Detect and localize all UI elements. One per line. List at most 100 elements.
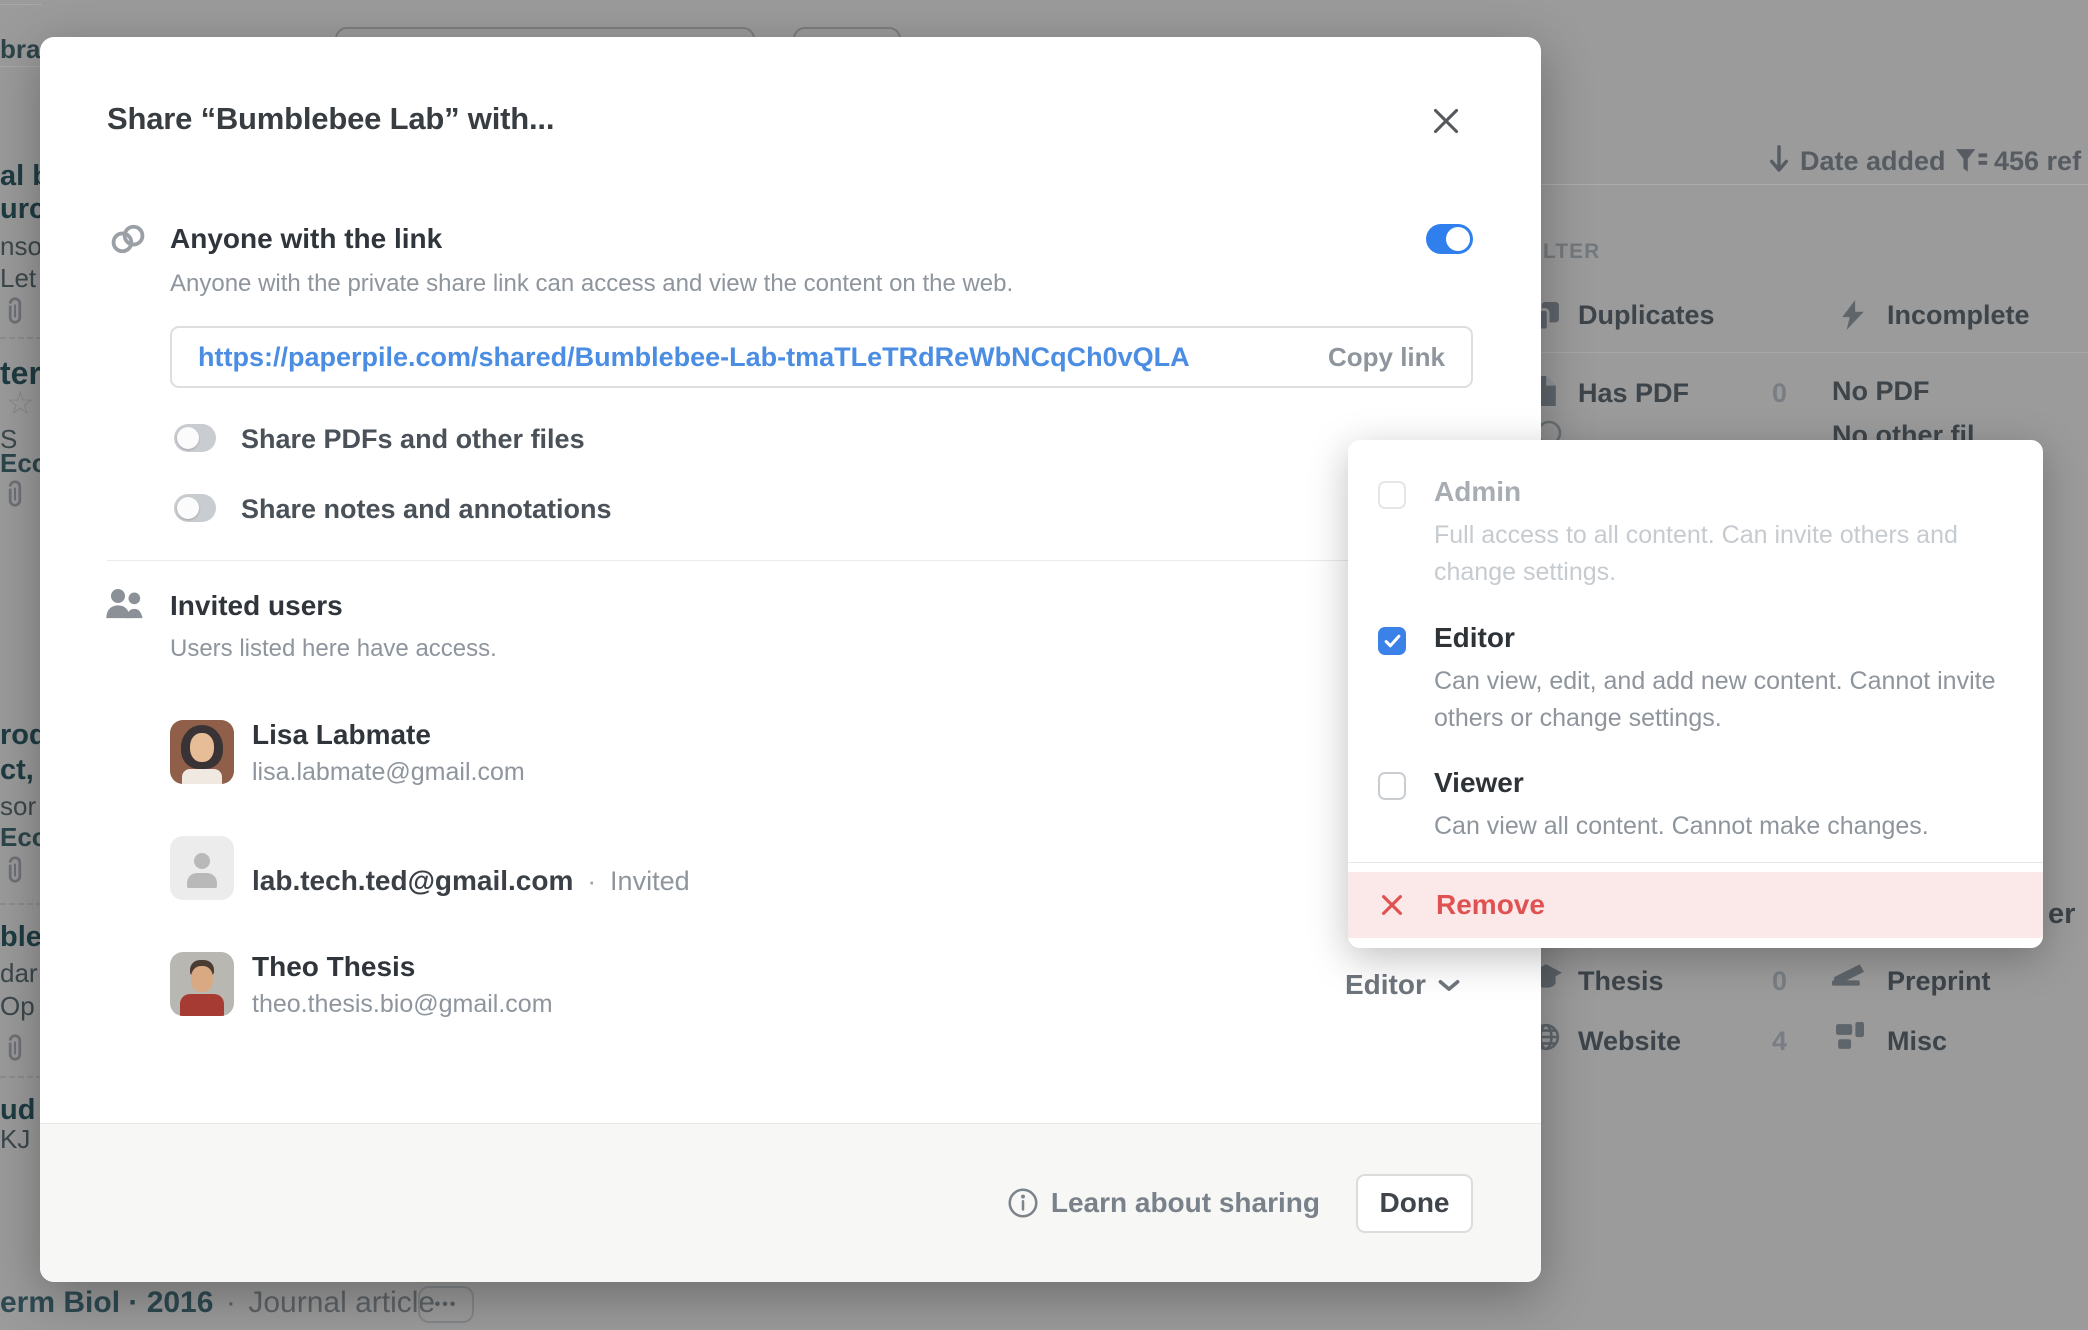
divider <box>107 560 1474 561</box>
incomplete-icon <box>1842 300 1864 335</box>
chevron-down-icon <box>1438 979 1460 992</box>
remove-user-button[interactable]: Remove <box>1348 872 2043 938</box>
background-text-fragment: bra <box>0 34 40 65</box>
filter-thesis-count: 0 <box>1772 966 1787 997</box>
role-editor-label[interactable]: Editor <box>1434 622 1515 654</box>
role-viewer-description: Can view all content. Cannot make change… <box>1434 808 2044 845</box>
invited-status-badge: Invited <box>610 866 690 897</box>
editor-checkbox[interactable] <box>1378 627 1406 655</box>
background-text-fragment: er <box>2048 898 2075 931</box>
role-select-value: Editor <box>1345 969 1426 1001</box>
reference-count: 456 ref <box>1994 146 2081 177</box>
role-admin-description: Full access to all content. Can invite o… <box>1434 517 2044 591</box>
share-url[interactable]: https://paperpile.com/shared/Bumblebee-L… <box>198 342 1328 373</box>
filter-has-pdf-count: 0 <box>1772 378 1787 409</box>
filter-website-count: 4 <box>1772 1026 1787 1057</box>
avatar <box>170 720 234 784</box>
filter-thesis[interactable]: Thesis <box>1578 966 1664 997</box>
divider <box>0 1076 42 1078</box>
filter-heading: LTER <box>1543 240 1600 264</box>
share-url-box: https://paperpile.com/shared/Bumblebee-L… <box>170 326 1473 388</box>
link-section-title: Anyone with the link <box>170 223 442 255</box>
learn-about-sharing-link[interactable]: Learn about sharing <box>1008 1187 1320 1219</box>
user-email: theo.thesis.bio@gmail.com <box>252 990 553 1019</box>
done-button[interactable]: Done <box>1356 1174 1473 1233</box>
divider <box>0 4 42 5</box>
background-text-fragment: ud <box>0 1094 35 1127</box>
info-icon <box>1008 1188 1038 1218</box>
link-icon <box>108 219 148 264</box>
filter-funnel-icon[interactable] <box>1954 148 1988 181</box>
link-section-description: Anyone with the private share link can a… <box>170 270 1013 298</box>
users-icon <box>104 587 146 624</box>
share-dialog: Share “Bumblebee Lab” with... Anyone wit… <box>40 37 1541 1282</box>
background-text-fragment: Let <box>0 263 36 294</box>
separator-dot: · <box>587 866 596 897</box>
background-text-fragment: Op <box>0 991 35 1022</box>
filter-misc[interactable]: Misc <box>1887 1026 1947 1057</box>
dialog-title: Share “Bumblebee Lab” with... <box>107 101 554 137</box>
role-editor-description: Can view, edit, and add new content. Can… <box>1434 663 2044 737</box>
share-pdfs-toggle[interactable] <box>174 424 216 452</box>
close-icon[interactable] <box>1432 107 1460 140</box>
star-icon[interactable]: ☆ <box>6 384 35 422</box>
background-text-fragment: urc <box>0 193 45 226</box>
reference-meta-line: erm Biol · 2016 · Journal article <box>0 1286 435 1320</box>
role-admin-label[interactable]: Admin <box>1434 476 1521 508</box>
preprint-icon <box>1832 962 1864 993</box>
toggle-knob <box>1446 227 1470 251</box>
avatar-placeholder <box>170 836 234 900</box>
sort-by-date-added[interactable]: Date added <box>1800 146 1946 177</box>
check-icon <box>1384 634 1401 648</box>
role-viewer-label[interactable]: Viewer <box>1434 767 1524 799</box>
filter-incomplete[interactable]: Incomplete <box>1887 300 2030 331</box>
background-text-fragment: dar <box>0 958 38 989</box>
background-text-fragment: ble <box>0 921 42 954</box>
divider <box>1348 862 2043 863</box>
user-name: Lisa Labmate <box>252 719 431 751</box>
background-text-fragment: sor <box>0 791 36 822</box>
filter-no-pdf[interactable]: No PDF <box>1832 376 1930 407</box>
divider <box>0 66 42 67</box>
dialog-footer: Learn about sharing Done <box>40 1123 1541 1282</box>
share-pdfs-label: Share PDFs and other files <box>241 424 585 455</box>
share-notes-label: Share notes and annotations <box>241 494 612 525</box>
role-menu: Admin Full access to all content. Can in… <box>1348 440 2043 948</box>
role-select-button[interactable]: Editor <box>1345 969 1460 1001</box>
anyone-with-link-toggle[interactable] <box>1426 224 1473 254</box>
share-notes-toggle[interactable] <box>174 494 216 522</box>
reference-journal-year: erm Biol · 2016 <box>0 1286 213 1319</box>
paperclip-icon <box>4 478 26 515</box>
divider <box>0 903 42 905</box>
remove-x-icon <box>1380 893 1404 917</box>
paperclip-icon <box>4 295 26 332</box>
filter-has-pdf[interactable]: Has PDF <box>1578 378 1689 409</box>
filter-duplicates[interactable]: Duplicates <box>1578 300 1715 331</box>
remove-label: Remove <box>1436 889 1545 921</box>
admin-checkbox[interactable] <box>1378 481 1406 509</box>
paperclip-icon <box>4 1032 26 1069</box>
filter-website[interactable]: Website <box>1578 1026 1681 1057</box>
background-text-fragment: ct, <box>0 754 34 787</box>
learn-about-sharing-label: Learn about sharing <box>1051 1187 1320 1219</box>
arrow-down-icon[interactable] <box>1768 144 1790 179</box>
separator-dot: · <box>226 1286 236 1319</box>
background-text-fragment: nso <box>0 231 42 262</box>
copy-link-button[interactable]: Copy link <box>1328 342 1445 373</box>
divider <box>1541 184 2088 185</box>
toggle-knob <box>177 497 199 519</box>
avatar <box>170 952 234 1016</box>
filter-preprint[interactable]: Preprint <box>1887 966 1991 997</box>
user-email: lisa.labmate@gmail.com <box>252 758 525 787</box>
reference-type: Journal article <box>248 1286 435 1319</box>
more-options-button[interactable]: ••• <box>418 1286 474 1323</box>
viewer-checkbox[interactable] <box>1378 772 1406 800</box>
invited-users-subtitle: Users listed here have access. <box>170 635 497 663</box>
paperclip-icon <box>4 854 26 891</box>
screen: bra al b urc nso Let ter ☆ S Eco rod ct,… <box>0 0 2088 1330</box>
background-text-fragment: KJ <box>0 1124 30 1155</box>
invited-users-title: Invited users <box>170 590 343 622</box>
user-email: lab.tech.ted@gmail.com <box>252 865 573 897</box>
user-name: Theo Thesis <box>252 951 415 983</box>
toggle-knob <box>177 427 199 449</box>
